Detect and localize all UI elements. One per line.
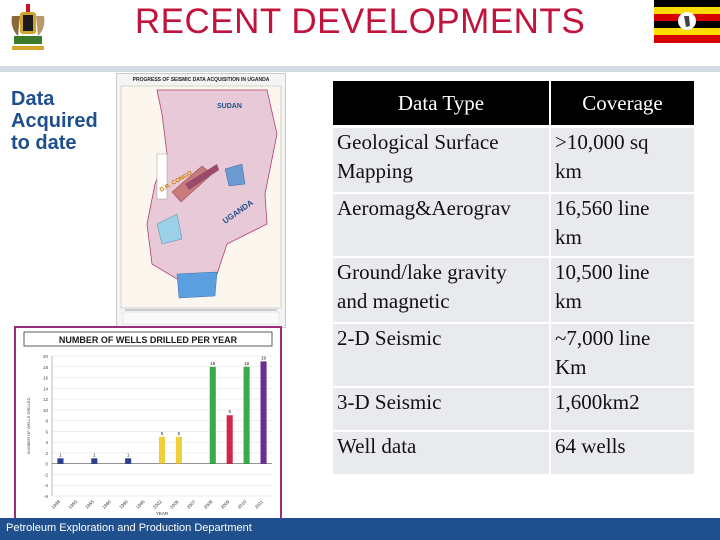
cell-line: Aeromag&Aerograv [337,196,511,220]
side-caption-line: Acquired [11,110,98,132]
cell-line: ~7,000 line [555,326,651,350]
y-tick-label: 16 [43,376,49,381]
cell-line: 1,600km2 [555,390,640,414]
slide-title: RECENT DEVELOPMENTS [134,2,586,41]
chart-bar [125,458,132,464]
cell-data-type: 3-D Seismic [333,386,551,431]
y-tick-label: -2 [44,472,48,477]
cell-data-type: Aeromag&Aerograv [333,192,551,257]
cell-coverage: >10,000 sq km [550,125,694,193]
y-tick-label: 20 [43,354,49,359]
chart-title: NUMBER OF WELLS DRILLED PER YEAR [59,335,238,345]
x-tick-label: 2010 [237,499,248,510]
table-row: 3-D Seismic 1,600km2 [333,386,694,431]
cell-line: 16,560 line [555,196,650,220]
x-tick-label: 1995 [135,499,146,510]
cell-line: Geological Surface [337,130,499,154]
cell-line: km [555,225,582,249]
chart-bar [226,415,233,464]
side-caption: Data Acquired to date [11,88,115,154]
table-header-row: Data Type Coverage [333,81,694,128]
cell-coverage: 64 wells [550,430,694,474]
cell-line: 64 wells [555,434,626,458]
x-tick-label: 2006 [169,499,180,510]
x-tick-label: 2009 [220,499,231,510]
cell-data-type: Well data [333,430,551,474]
y-tick-label: 18 [43,365,49,370]
cell-line: Mapping [337,159,413,183]
data-coverage-table: Data Type Coverage Geological Surface Map… [333,81,694,474]
x-tick-label: 2011 [254,499,265,510]
map-label-sudan: SUDAN [217,103,242,110]
cell-data-type: Geological Surface Mapping [333,125,551,193]
bar-data-label: 19 [261,355,267,360]
cell-coverage: ~7,000 line Km [550,322,694,387]
y-tick-label: 10 [43,408,49,413]
chart-bar [91,458,98,464]
table-row: 2-D Seismic ~7,000 line Km [333,322,694,387]
bar-data-label: 18 [244,361,250,366]
header-divider [0,66,720,72]
table-row: Geological Surface Mapping >10,000 sq km [333,125,694,193]
footer-text: Petroleum Exploration and Production Dep… [6,522,252,534]
table-row: Ground/lake gravity and magnetic 10,500 li… [333,256,694,323]
x-tick-label: 2007 [186,499,197,510]
chart-bar [209,366,216,464]
cell-line: >10,000 sq [555,130,649,154]
cell-line: Well data [337,434,417,458]
y-tick-label: 4 [45,440,48,445]
x-tick-label: 1990 [118,499,129,510]
cell-line: km [555,159,582,183]
x-tick-label: 1955 [84,499,95,510]
y-tick-label: 14 [43,386,49,391]
y-tick-label: 8 [45,419,48,424]
y-tick-label: 6 [45,429,48,434]
cell-coverage: 10,500 line km [550,256,694,323]
x-axis-label: YEAR [156,511,169,516]
cell-line: 3-D Seismic [337,390,442,414]
y-tick-label: 12 [43,397,49,402]
cell-line: and magnetic [337,289,450,313]
side-caption-line: to date [11,132,77,154]
cell-coverage: 1,600km2 [550,386,694,431]
header-data-type: Data Type [333,81,551,128]
y-tick-label: 2 [45,451,48,456]
side-caption-line: Data [11,88,55,110]
x-tick-label: 2008 [203,499,214,510]
chart-bar [260,361,267,464]
x-tick-label: 1938 [51,499,62,510]
cell-line: 10,500 line [555,260,650,284]
x-tick-label: 1980 [101,499,112,510]
uganda-flag-icon [654,0,720,43]
y-axis-label: NUMBER OF WELLS DRILLED [26,398,31,455]
wells-chart: NUMBER OF WELLS DRILLED PER YEAR 20 18 16 14… [14,326,282,522]
seismic-map-figure: PROGRESS OF SEISMIC DATA ACQUISITION IN … [116,73,286,328]
x-tick-label: 2002 [152,499,163,510]
y-tick-label: -4 [44,483,48,488]
cell-line: Ground/lake gravity [337,260,507,284]
chart-bar [57,458,64,464]
y-tick-label: -6 [44,494,48,499]
cell-data-type: 2-D Seismic [333,322,551,387]
table-row: Aeromag&Aerograv 16,560 line km [333,192,694,257]
cell-line: km [555,289,582,313]
chart-bar [175,436,182,464]
table-row: Well data 64 wells [333,430,694,474]
bar-data-label: 18 [210,361,216,366]
map-title: PROGRESS OF SEISMIC DATA ACQUISITION IN … [133,77,270,83]
cell-line: Km [555,355,587,379]
x-tick-label: 1950 [67,499,78,510]
cell-line: 2-D Seismic [337,326,442,350]
y-tick-label: 0 [45,462,48,467]
chart-bar [158,436,166,464]
footer-bar: Petroleum Exploration and Production Dep… [0,518,720,540]
chart-bar [243,366,250,464]
cell-data-type: Ground/lake gravity and magnetic [333,256,551,323]
header-coverage: Coverage [550,81,694,128]
cell-coverage: 16,560 line km [550,192,694,257]
